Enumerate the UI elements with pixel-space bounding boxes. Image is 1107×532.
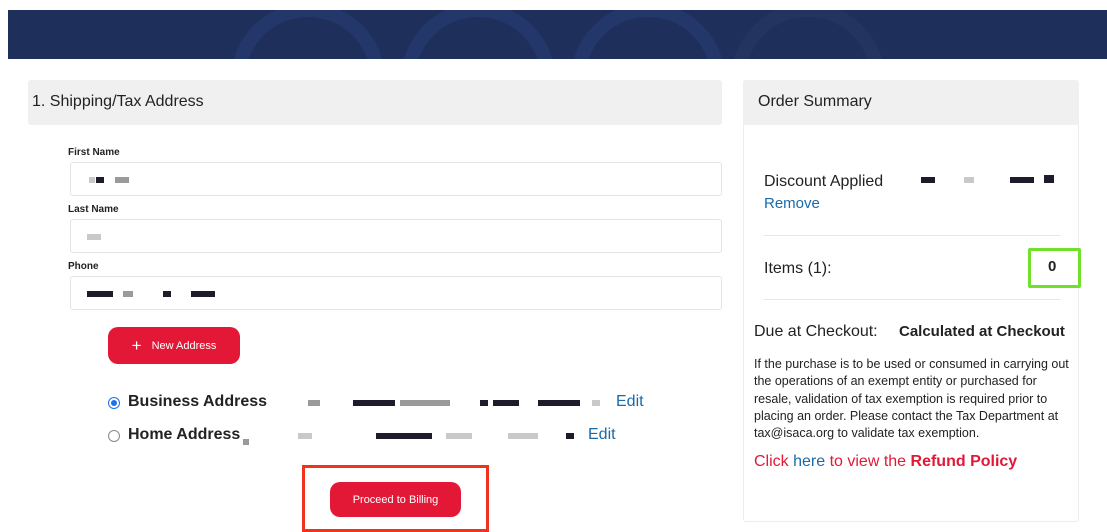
phone-field[interactable]: [70, 276, 722, 310]
edit-home-address-link[interactable]: Edit: [588, 426, 616, 444]
shipping-section-header: 1. Shipping/Tax Address: [28, 80, 722, 125]
due-at-checkout-value: Calculated at Checkout: [899, 323, 1065, 340]
banner-decoration: [233, 10, 883, 59]
last-name-field[interactable]: [70, 219, 722, 253]
summary-divider: [764, 299, 1060, 300]
shipping-section-title: 1. Shipping/Tax Address: [32, 93, 204, 110]
radio-selected-icon[interactable]: [108, 397, 120, 409]
header-banner: [8, 10, 1107, 59]
discount-label: Discount Applied: [764, 173, 884, 190]
order-summary-title: Order Summary: [758, 93, 872, 110]
edit-business-address-link[interactable]: Edit: [616, 393, 644, 411]
phone-label: Phone: [68, 261, 99, 272]
address-name: Home Address: [128, 426, 241, 443]
first-name-label: First Name: [68, 147, 120, 158]
refund-mid: to view the: [825, 453, 911, 470]
refund-policy-line: Click here to view the Refund Policy: [754, 453, 1017, 471]
order-summary-header: Order Summary: [743, 80, 1079, 125]
items-label: Items (1):: [764, 260, 832, 277]
address-option-home[interactable]: Home Address: [108, 426, 608, 446]
summary-divider: [764, 235, 1060, 236]
refund-here-link[interactable]: here: [793, 453, 825, 470]
due-at-checkout-label: Due at Checkout:: [754, 323, 878, 340]
new-address-label: New Address: [151, 339, 217, 352]
radio-unselected-icon[interactable]: [108, 430, 120, 442]
first-name-field[interactable]: [70, 162, 722, 196]
tax-exemption-note: If the purchase is to be used or consume…: [754, 357, 1069, 441]
address-option-business[interactable]: Business Address: [108, 393, 648, 413]
plus-icon: +: [131, 336, 142, 355]
address-name: Business Address: [128, 393, 268, 410]
last-name-label: Last Name: [68, 204, 119, 215]
new-address-button[interactable]: + New Address: [108, 327, 240, 364]
proceed-to-billing-button[interactable]: Proceed to Billing: [330, 482, 461, 517]
items-total-value: 0: [1048, 258, 1057, 275]
remove-discount-link[interactable]: Remove: [764, 195, 820, 212]
refund-prefix: Click: [754, 453, 794, 470]
refund-policy-text[interactable]: Refund Policy: [911, 453, 1018, 470]
